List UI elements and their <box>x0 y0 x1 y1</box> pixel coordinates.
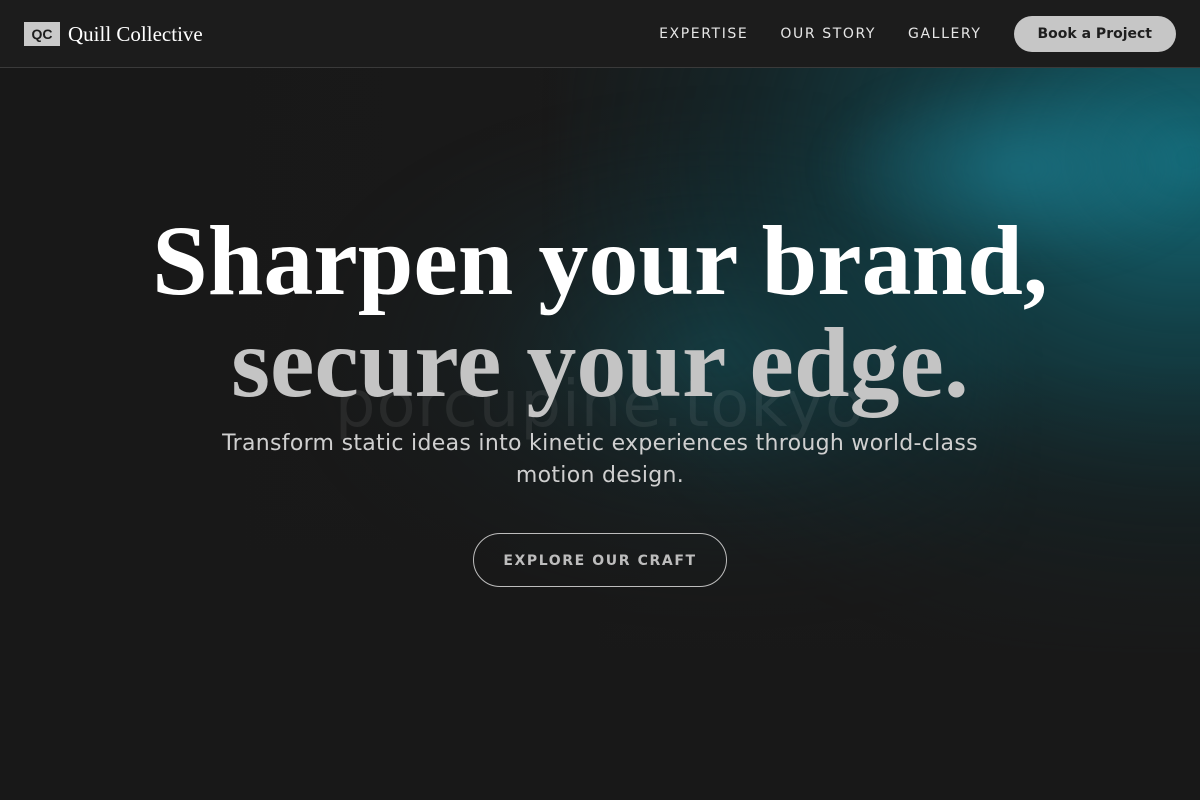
nav-link-gallery[interactable]: GALLERY <box>908 26 981 42</box>
explore-craft-button[interactable]: EXPLORE OUR CRAFT <box>473 533 727 587</box>
hero-subtitle: Transform static ideas into kinetic expe… <box>222 431 978 488</box>
brand-name: Quill Collective <box>68 22 203 46</box>
nav-link-our-story[interactable]: OUR STORY <box>780 26 876 42</box>
hero-title-line2: secure your edge. <box>231 307 969 418</box>
nav-link-expertise[interactable]: EXPERTISE <box>659 26 748 42</box>
book-project-button[interactable]: Book a Project <box>1013 16 1176 52</box>
hero-section: porcupine.tokyo Sharpen your brand, secu… <box>0 68 1200 800</box>
hero-title-line1: Sharpen your brand, <box>152 205 1048 316</box>
logo-link[interactable]: QC Quill Collective <box>24 22 203 46</box>
logo-mark: QC <box>24 22 60 46</box>
site-header: QC Quill Collective EXPERTISE OUR STORY … <box>0 0 1200 68</box>
main-nav: EXPERTISE OUR STORY GALLERY Book a Proje… <box>659 0 1176 68</box>
page: QC Quill Collective EXPERTISE OUR STORY … <box>0 0 1200 800</box>
